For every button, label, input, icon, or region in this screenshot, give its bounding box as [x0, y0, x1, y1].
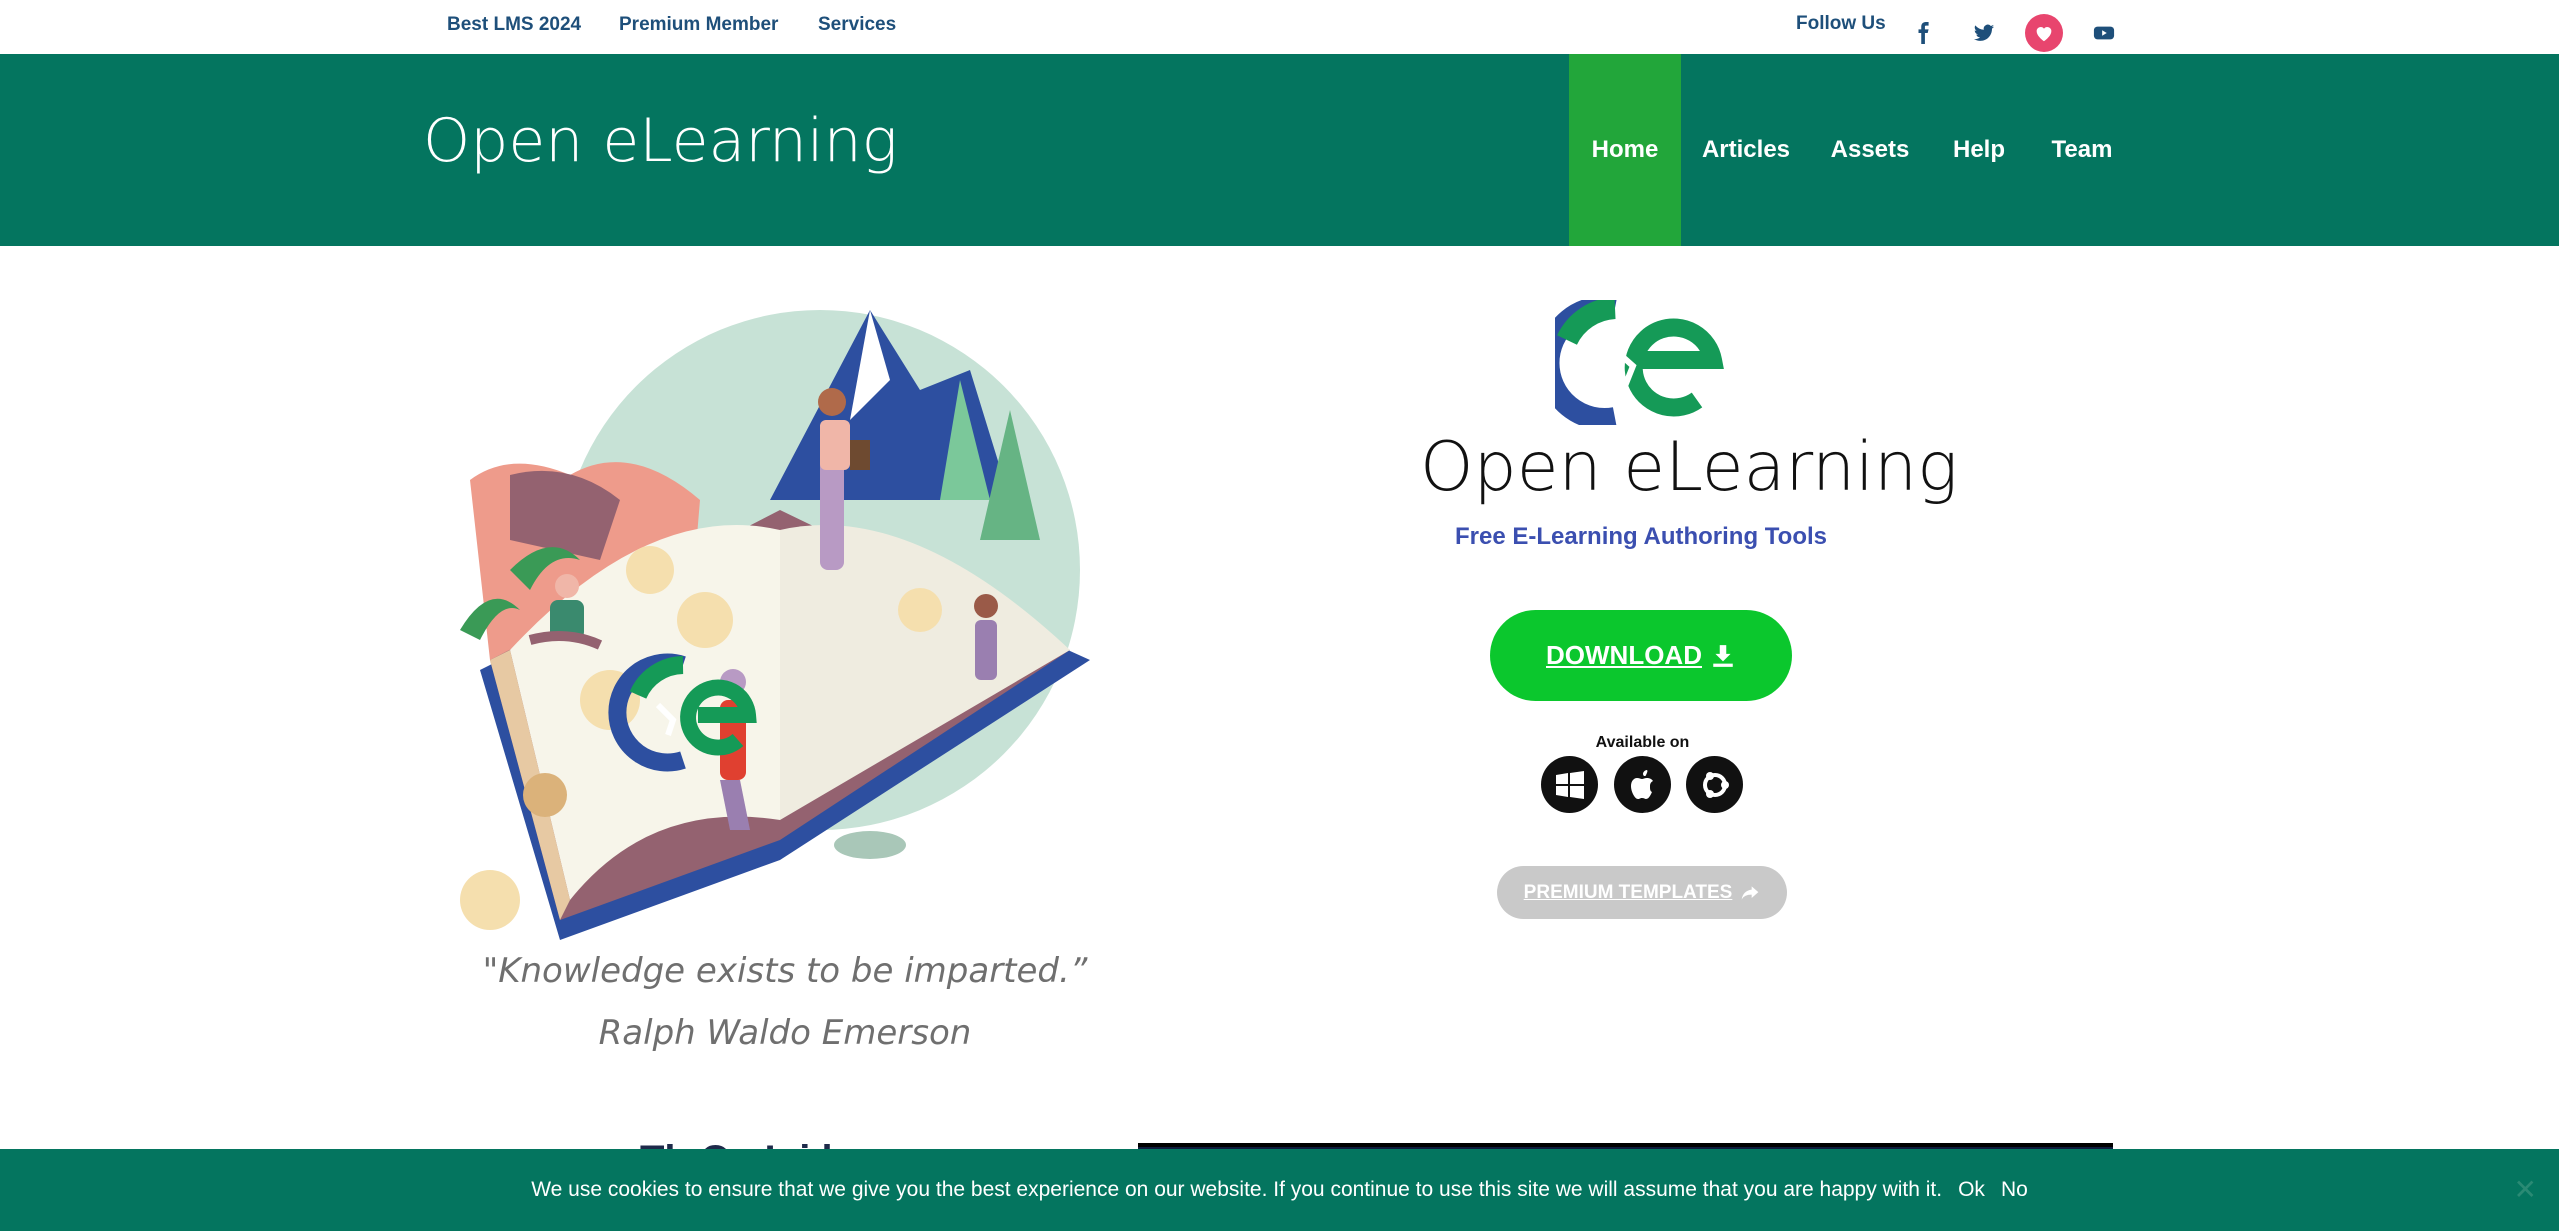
download-icon [1713, 644, 1733, 667]
download-button[interactable]: DOWNLOAD [1490, 610, 1792, 701]
heart-icon[interactable] [2025, 14, 2063, 52]
windows-icon[interactable] [1541, 756, 1598, 813]
cookie-ok-button[interactable]: Ok [1958, 1178, 1985, 1202]
follow-us-label: Follow Us [1796, 13, 1886, 34]
twitter-icon[interactable] [1965, 14, 2003, 52]
share-arrow-icon [1741, 885, 1759, 900]
nav-item-assets[interactable]: Assets [1825, 54, 1915, 246]
brand-name: Open eLearning [1420, 428, 1958, 507]
topbar-link-best-lms[interactable]: Best LMS 2024 [447, 14, 581, 36]
nav-item-help[interactable]: Help [1940, 54, 2018, 246]
close-icon[interactable]: ✕ [2514, 1173, 2537, 1206]
topbar-link-premium-member[interactable]: Premium Member [619, 14, 778, 36]
available-on-label: Available on [1595, 734, 1690, 751]
ubuntu-icon[interactable] [1686, 756, 1743, 813]
premium-templates-label: PREMIUM TEMPLATES [1523, 881, 1733, 903]
nav-item-home[interactable]: Home [1569, 54, 1681, 246]
youtube-icon[interactable] [2085, 14, 2123, 52]
facebook-icon[interactable] [1905, 14, 1943, 52]
brand-tagline: Free E-Learning Authoring Tools [1455, 523, 1827, 550]
apple-icon[interactable] [1614, 756, 1671, 813]
nav-item-team[interactable]: Team [2042, 54, 2122, 246]
open-elearning-logo [1537, 296, 1725, 430]
site-header: Open eLearning Home Articles Assets Help… [0, 54, 2559, 246]
cookie-message: We use cookies to ensure that we give yo… [531, 1178, 1943, 1201]
cookie-no-button[interactable]: No [2001, 1178, 2028, 1202]
hero-quote: "Knowledge exists to be imparted.” Ralph… [482, 951, 1088, 1053]
cookie-banner: We use cookies to ensure that we give yo… [0, 1149, 2559, 1231]
site-title[interactable]: Open eLearning [423, 106, 898, 176]
nav-item-articles[interactable]: Articles [1691, 54, 1801, 246]
top-bar: Best LMS 2024 Premium Member Services Fo… [0, 0, 2559, 54]
hero-illustration [450, 300, 1120, 940]
premium-templates-button[interactable]: PREMIUM TEMPLATES [1497, 866, 1787, 919]
download-label: DOWNLOAD [1546, 640, 1702, 670]
topbar-link-services[interactable]: Services [818, 14, 896, 36]
